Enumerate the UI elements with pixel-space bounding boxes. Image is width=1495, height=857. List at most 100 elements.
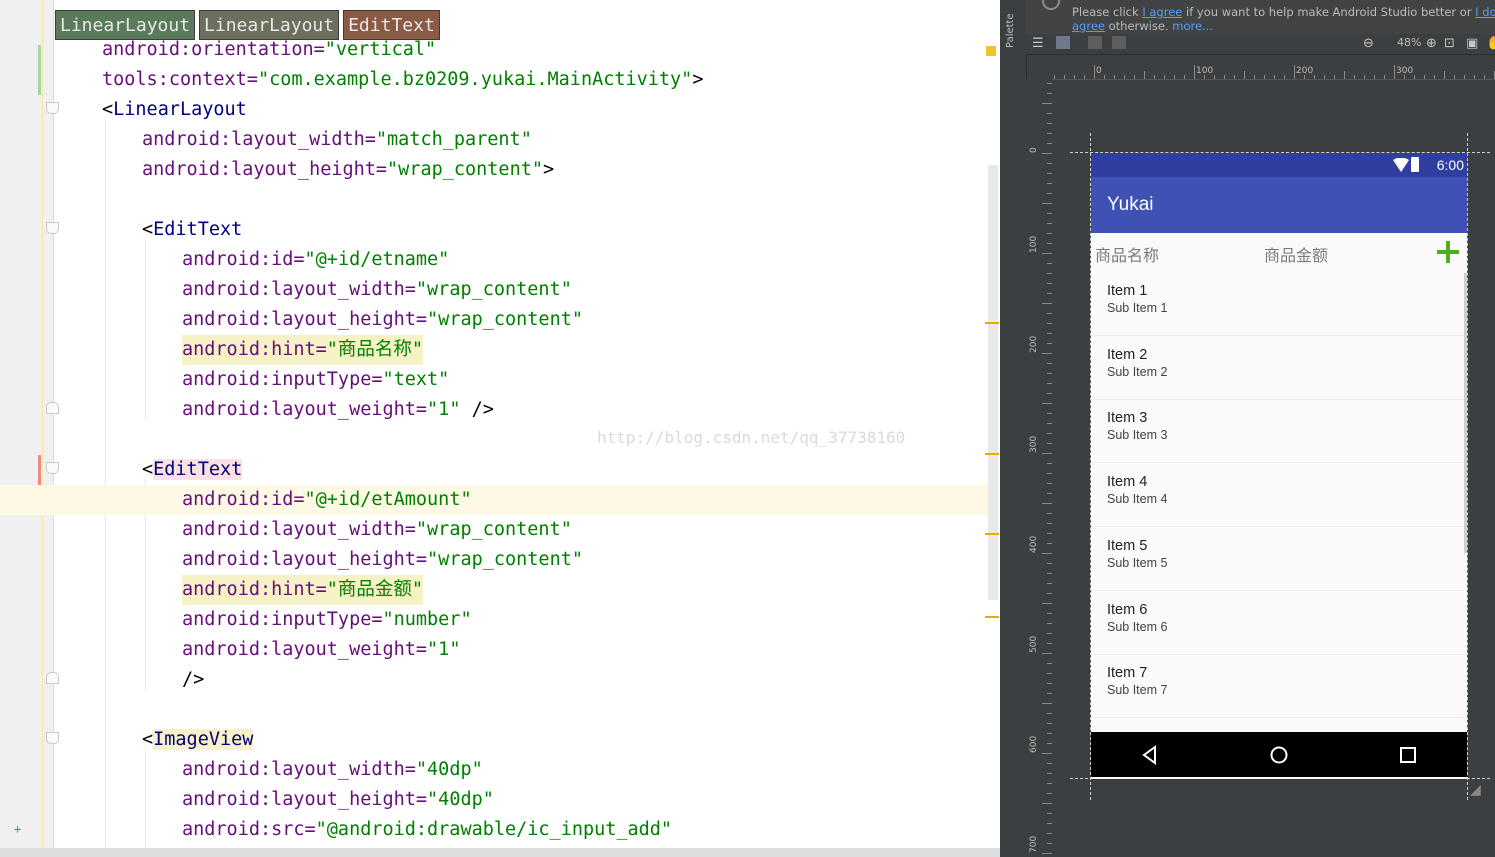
usage-stats-notice: Please click I agree if you want to help… bbox=[1026, 0, 1495, 34]
list-item[interactable]: Item 5 Sub Item 5 bbox=[1091, 528, 1467, 591]
ruler-tick bbox=[1334, 75, 1335, 79]
breadcrumb-linearlayout-outer[interactable]: LinearLayout bbox=[55, 10, 196, 40]
code-line[interactable]: android:layout_height="40dp" bbox=[0, 785, 980, 815]
device-preview[interactable]: 6:00 Yukai 商品名称 商品金额 Item 1 Sub Item 1 Ite… bbox=[1091, 153, 1467, 779]
list-item[interactable]: Item 7 Sub Item 7 bbox=[1091, 655, 1467, 719]
blueprint-icon[interactable] bbox=[1088, 36, 1102, 49]
code-line[interactable]: android:layout_height="wrap_content" bbox=[0, 305, 980, 335]
back-icon[interactable] bbox=[1138, 743, 1162, 767]
orientation-icon[interactable] bbox=[1112, 36, 1126, 49]
menu-icon[interactable]: ☰ bbox=[1032, 36, 1044, 51]
name-input[interactable]: 商品名称 bbox=[1095, 242, 1159, 266]
code-token: "@+id/etname" bbox=[304, 249, 450, 270]
ruler-tick bbox=[1244, 71, 1245, 79]
code-line[interactable]: android:hint="商品金额" bbox=[0, 575, 980, 605]
code-line[interactable]: android:inputType="text" bbox=[0, 365, 980, 395]
i-agree-link[interactable]: I agree bbox=[1142, 5, 1182, 19]
code-line[interactable]: android:layout_weight="1" /> bbox=[0, 395, 980, 425]
code-line[interactable]: android:id="@+id/etname" bbox=[0, 245, 980, 275]
code-token: "wrap_content" bbox=[415, 279, 572, 300]
code-line[interactable]: tools:context="com.example.bz0209.yukai.… bbox=[0, 65, 980, 95]
breadcrumb-edittext[interactable]: EditText bbox=[343, 10, 440, 40]
ruler-tick bbox=[1474, 75, 1475, 79]
ruler-tick bbox=[1204, 75, 1205, 79]
agree-link[interactable]: agree bbox=[1072, 19, 1105, 33]
code-line[interactable] bbox=[0, 695, 980, 725]
horizontal-scrollbar[interactable] bbox=[0, 848, 1000, 857]
code-token: "1" bbox=[427, 399, 461, 420]
code-line[interactable]: <EditText bbox=[0, 455, 980, 485]
ruler-tick bbox=[1464, 75, 1465, 79]
item-list[interactable]: Item 1 Sub Item 1 Item 2 Sub Item 2 Item 3 Su… bbox=[1091, 273, 1467, 733]
code-token: android:hint= bbox=[182, 339, 327, 360]
list-item[interactable]: Item 3 Sub Item 3 bbox=[1091, 400, 1467, 464]
code-token: android:layout_width= bbox=[182, 759, 416, 780]
error-stripe-mark[interactable] bbox=[985, 616, 999, 618]
code-token: /> bbox=[460, 399, 494, 420]
code-line[interactable]: android:layout_height="wrap_content" bbox=[0, 545, 980, 575]
list-item[interactable]: Item 2 Sub Item 2 bbox=[1091, 337, 1467, 400]
ruler-label: 0 bbox=[1029, 147, 1039, 153]
screenshot-icon[interactable]: ▣ bbox=[1466, 36, 1478, 51]
list-scrollbar[interactable] bbox=[1464, 273, 1467, 553]
watermark: http://blog.csdn.net/qq_37738160 bbox=[597, 428, 906, 447]
recents-icon[interactable] bbox=[1396, 743, 1420, 767]
error-stripe-mark[interactable] bbox=[985, 322, 999, 324]
ruler-tick bbox=[1042, 603, 1052, 604]
code-line[interactable]: android:layout_width="match_parent" bbox=[0, 125, 980, 155]
error-stripe-mark[interactable] bbox=[985, 453, 999, 455]
code-line[interactable]: android:layout_width="wrap_content" bbox=[0, 515, 980, 545]
home-icon[interactable] bbox=[1267, 743, 1291, 767]
code-line[interactable]: android:id="@+id/etAmount" bbox=[0, 485, 998, 515]
palette-tool-strip[interactable]: Palette bbox=[1000, 0, 1027, 857]
ruler-tick bbox=[1134, 75, 1135, 79]
zoom-in-icon[interactable]: ⊕ bbox=[1426, 36, 1437, 51]
amount-input[interactable]: 商品金额 bbox=[1264, 242, 1328, 266]
list-item-title: Item 1 bbox=[1107, 283, 1148, 299]
code-token: android:layout_width= bbox=[182, 279, 416, 300]
list-item-title: Item 7 bbox=[1107, 665, 1148, 682]
ruler-tick bbox=[1284, 75, 1285, 79]
ruler-tick bbox=[1444, 71, 1445, 79]
list-item[interactable]: Item 4 Sub Item 4 bbox=[1091, 464, 1467, 528]
inspection-status-icon[interactable] bbox=[986, 46, 996, 56]
zoom-out-icon[interactable]: ⊖ bbox=[1363, 36, 1374, 51]
code-line[interactable]: android:layout_width="wrap_content" bbox=[0, 275, 980, 305]
ruler-tick bbox=[1354, 75, 1355, 79]
ruler-tick bbox=[1214, 75, 1215, 79]
error-stripe-mark[interactable] bbox=[985, 533, 999, 535]
code-line[interactable]: android:hint="商品名称" bbox=[0, 335, 980, 365]
code-line[interactable]: android:src="@android:drawable/ic_input_… bbox=[0, 815, 980, 845]
code-token: android:layout_width= bbox=[182, 519, 416, 540]
palette-label[interactable]: Palette bbox=[1005, 13, 1016, 48]
zoom-fit-icon[interactable]: ⊡ bbox=[1444, 36, 1455, 51]
ruler-tick bbox=[1042, 453, 1052, 454]
design-mode-icon[interactable] bbox=[1056, 36, 1070, 49]
code-line[interactable] bbox=[0, 185, 980, 215]
resize-handle-icon[interactable]: ◢ bbox=[1470, 782, 1481, 798]
ruler-tick bbox=[1104, 75, 1105, 79]
code-token: /> bbox=[182, 669, 205, 690]
code-line[interactable]: <ImageView bbox=[0, 725, 980, 755]
code-line[interactable]: /> bbox=[0, 665, 980, 695]
list-item[interactable]: Item 6 Sub Item 6 bbox=[1091, 592, 1467, 655]
code-token: android:id= bbox=[182, 249, 305, 270]
pan-hand-icon[interactable]: ✋ bbox=[1486, 36, 1495, 51]
breadcrumb-linearlayout-inner[interactable]: LinearLayout bbox=[199, 10, 340, 40]
code-line[interactable]: android:layout_height="wrap_content"> bbox=[0, 155, 980, 185]
ruler-tick bbox=[1042, 103, 1052, 104]
add-icon[interactable] bbox=[1437, 241, 1459, 263]
ruler-tick bbox=[1124, 75, 1125, 79]
code-line[interactable]: android:layout_width="40dp" bbox=[0, 755, 980, 785]
code-line[interactable]: android:inputType="number" bbox=[0, 605, 980, 635]
more-link[interactable]: more... bbox=[1172, 19, 1213, 33]
code-line[interactable]: android:layout_weight="1" bbox=[0, 635, 980, 665]
notice-line: agree otherwise. more... bbox=[1072, 19, 1213, 33]
list-item[interactable]: Item 1 Sub Item 1 bbox=[1091, 273, 1467, 336]
ruler-tick bbox=[1042, 803, 1052, 804]
code-line[interactable]: <EditText bbox=[0, 215, 980, 245]
code-token: < bbox=[142, 729, 154, 750]
code-editor[interactable]: + LinearLayout LinearLayout EditText and… bbox=[0, 0, 1000, 857]
i-dont-agree-link[interactable]: I don't bbox=[1475, 5, 1495, 19]
code-line[interactable]: <LinearLayout bbox=[0, 95, 980, 125]
